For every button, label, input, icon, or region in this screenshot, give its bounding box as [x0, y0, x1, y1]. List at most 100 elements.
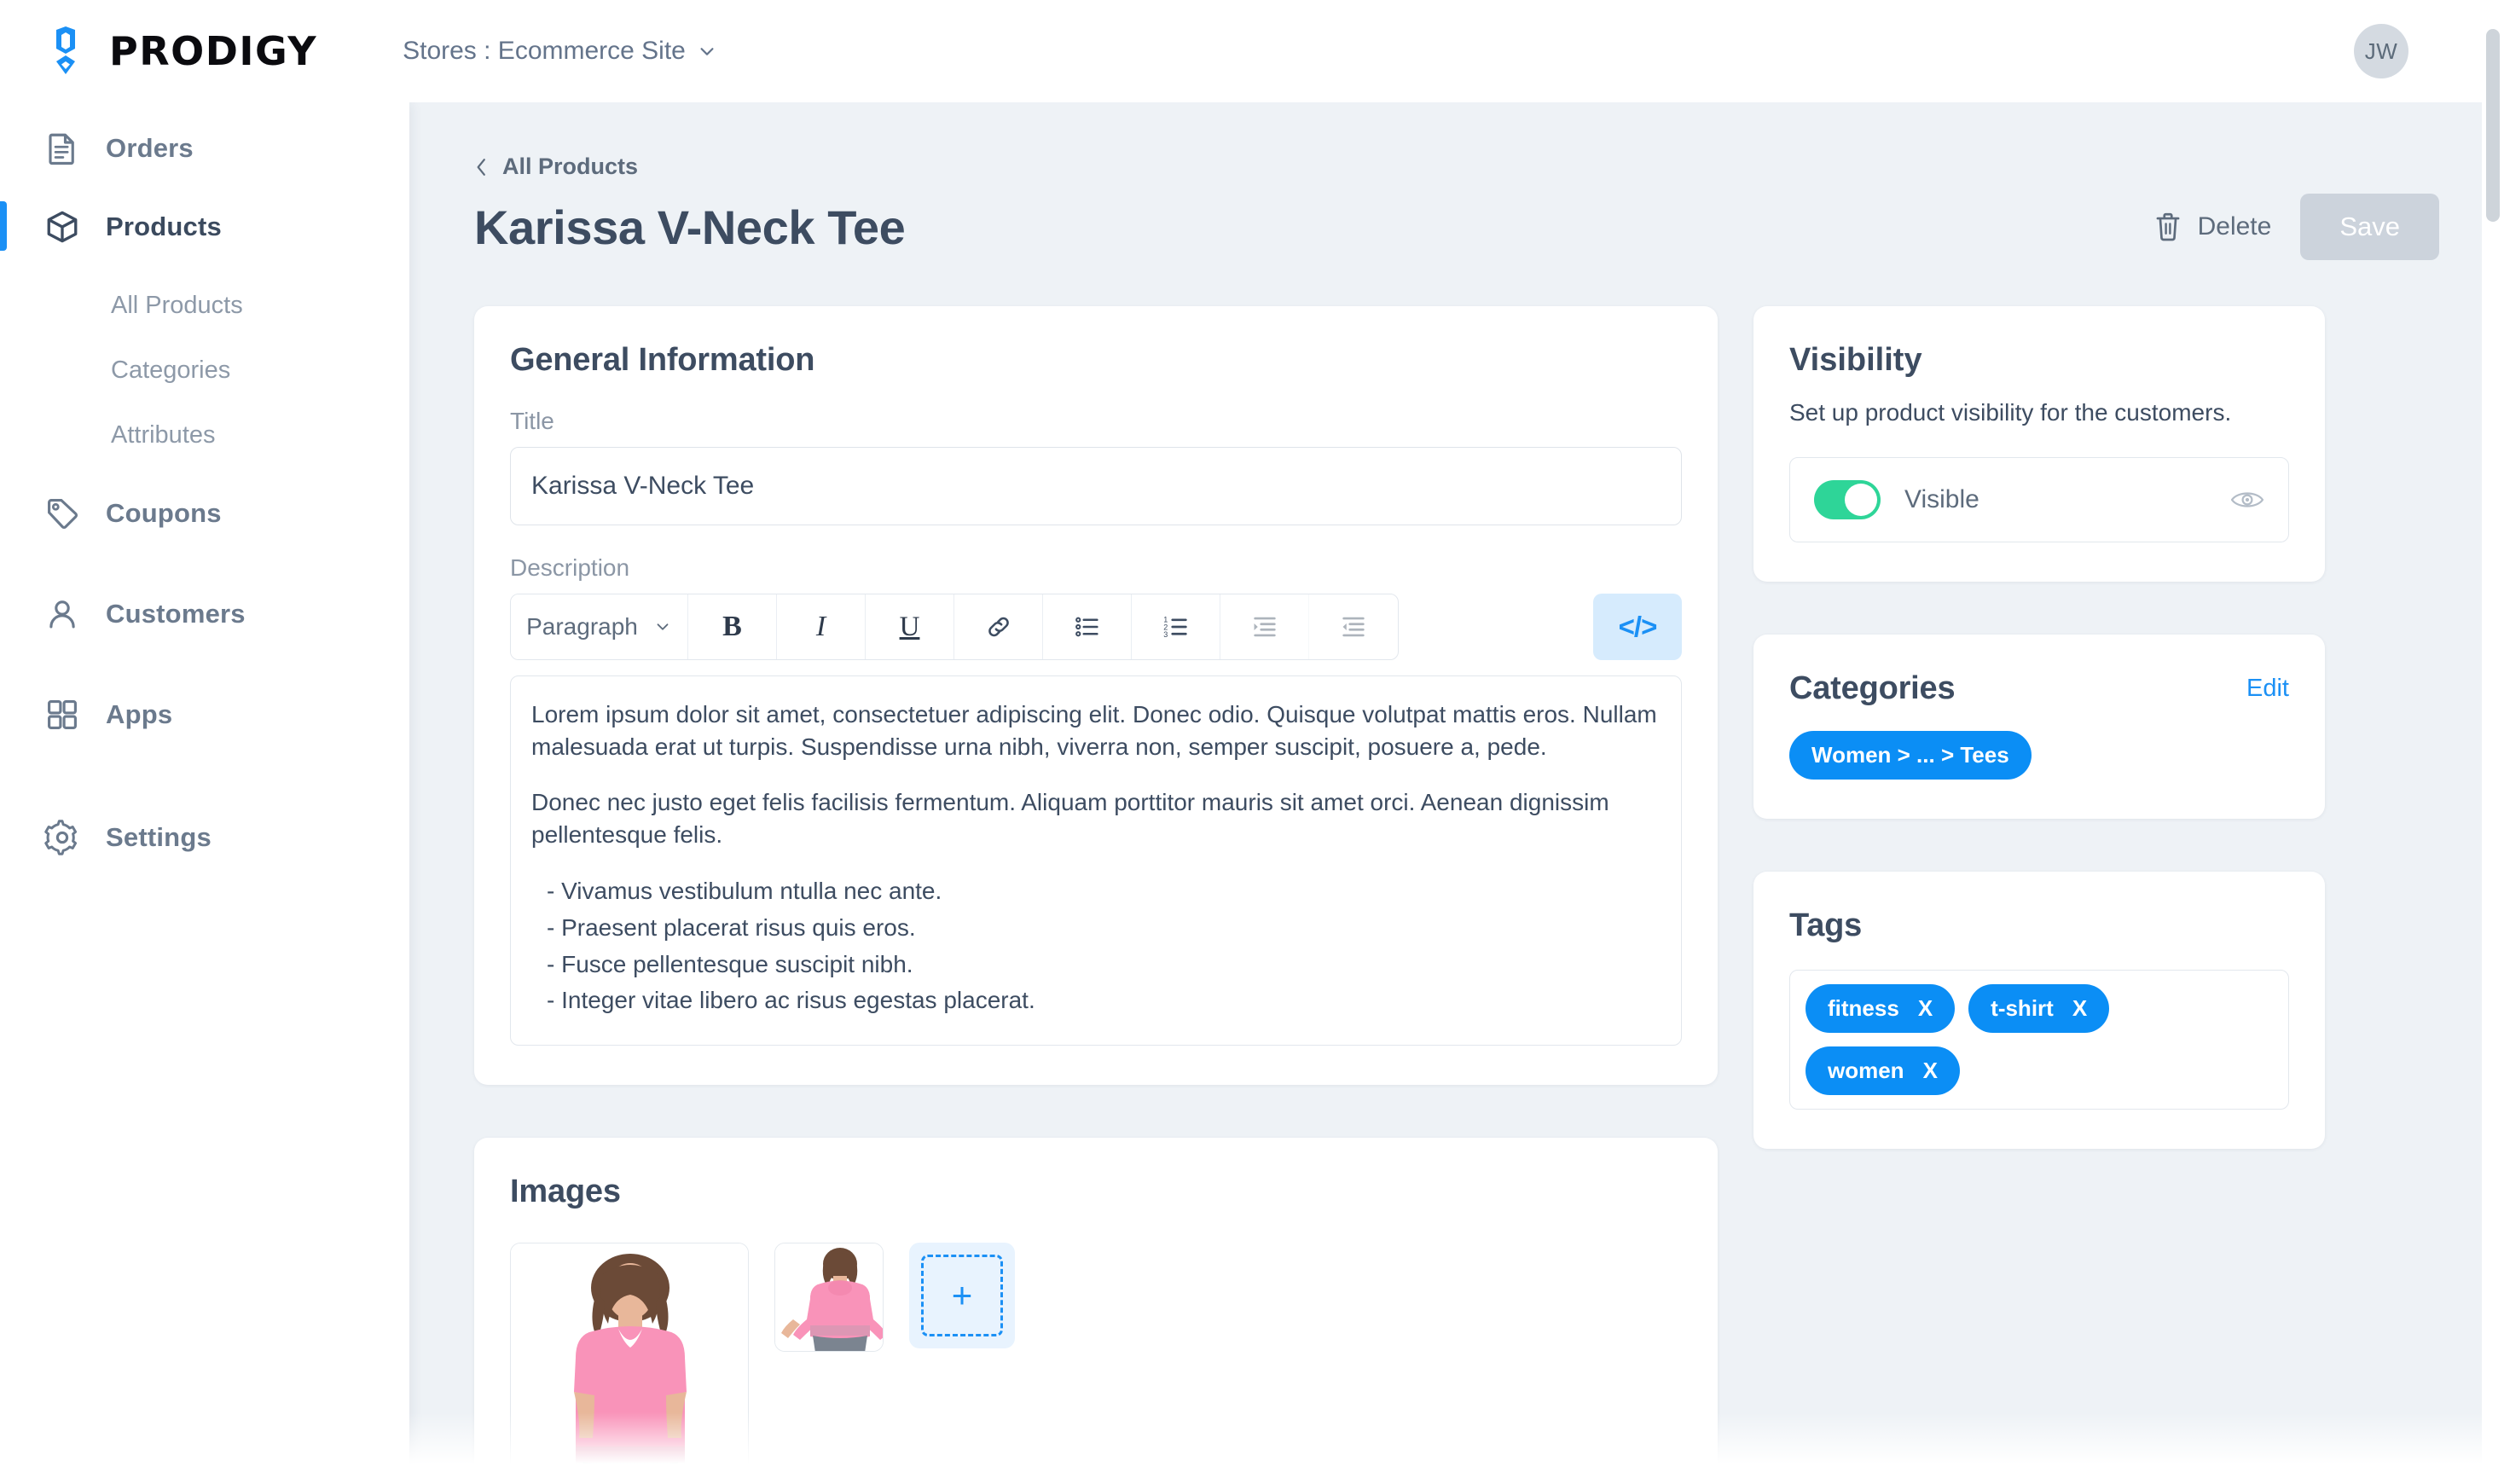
- product-image-primary[interactable]: [510, 1242, 749, 1484]
- link-button[interactable]: [954, 594, 1043, 659]
- categories-header: Categories Edit: [1789, 670, 2289, 707]
- visibility-card: Visibility Set up product visibility for…: [1753, 306, 2325, 582]
- tags-title: Tags: [1789, 907, 1863, 943]
- sidebar-item-orders[interactable]: Orders: [0, 109, 409, 188]
- link-icon: [988, 617, 1009, 637]
- description-paragraph: Lorem ipsum dolor sit amet, consectetuer…: [531, 701, 1657, 761]
- add-image-button[interactable]: +: [909, 1242, 1015, 1348]
- grid-icon: [48, 700, 77, 729]
- sidebar-item-apps[interactable]: Apps: [0, 675, 409, 754]
- delete-button[interactable]: Delete: [2135, 197, 2291, 257]
- general-information-card: General Information Title Description Pa…: [474, 306, 1718, 1085]
- sidebar-item-attributes[interactable]: Attributes: [0, 403, 409, 467]
- product-image-secondary[interactable]: [774, 1242, 884, 1352]
- prodigy-logo-icon: [56, 26, 75, 74]
- general-information-title: General Information: [510, 342, 815, 378]
- chevron-down-icon: [657, 623, 669, 630]
- sidebar-item-customers[interactable]: Customers: [0, 575, 409, 653]
- svg-text:3: 3: [1163, 630, 1168, 639]
- visibility-toggle-row: Visible: [1789, 457, 2289, 542]
- description-bullet-list: - Vivamus vestibulum ntulla nec ante. - …: [531, 873, 1661, 1018]
- avatar-initials: JW: [2364, 38, 2398, 64]
- code-view-button[interactable]: </>: [1593, 594, 1682, 660]
- visibility-title: Visibility: [1789, 342, 1922, 378]
- title-input[interactable]: [510, 447, 1682, 525]
- brand-logo[interactable]: PRODIGY: [39, 25, 317, 78]
- tag-pill[interactable]: fitness X: [1806, 984, 1956, 1033]
- paragraph-style-select[interactable]: Paragraph: [511, 594, 688, 659]
- sidebar-item-label: Coupons: [106, 498, 222, 528]
- description-editor[interactable]: Lorem ipsum dolor sit amet, consectetuer…: [510, 675, 1682, 1046]
- tag-remove-icon[interactable]: X: [1918, 995, 1933, 1022]
- tag-pill-label: fitness: [1828, 995, 1899, 1021]
- sidebar-item-coupons[interactable]: Coupons: [0, 474, 409, 553]
- bold-button[interactable]: B: [688, 594, 777, 659]
- main-content: All Products Karissa V-Neck Tee Delete S…: [409, 102, 2504, 1484]
- tag-pill-label: women: [1828, 1058, 1904, 1083]
- italic-label: I: [815, 611, 826, 642]
- left-column: General Information Title Description Pa…: [474, 306, 1718, 1484]
- bullet-list-button[interactable]: [1043, 594, 1132, 659]
- sidebar-item-label: Customers: [106, 599, 246, 629]
- editor-toolbar-group: Paragraph B I U 1 2 3: [510, 594, 1399, 660]
- store-selector[interactable]: Stores : Ecommerce Site: [403, 37, 716, 66]
- store-selector-label: Stores : Ecommerce Site: [403, 37, 686, 65]
- description-bullet: - Praesent placerat risus quis eros.: [547, 913, 916, 941]
- category-pill[interactable]: Women > ... > Tees: [1789, 731, 2032, 780]
- sidebar-item-settings[interactable]: Settings: [0, 798, 409, 877]
- tag-remove-icon[interactable]: X: [2072, 995, 2087, 1022]
- categories-title: Categories: [1789, 670, 1956, 706]
- save-button[interactable]: Save: [2300, 194, 2439, 260]
- categories-edit-link[interactable]: Edit: [2246, 675, 2289, 703]
- outdent-button[interactable]: [1309, 594, 1398, 659]
- tag-remove-icon[interactable]: X: [1923, 1058, 1938, 1084]
- content-columns: General Information Title Description Pa…: [474, 306, 2439, 1484]
- numbered-list-icon: 1 2 3: [1163, 615, 1187, 639]
- trash-icon: [2156, 212, 2179, 241]
- description-field-label: Description: [510, 554, 630, 581]
- avatar[interactable]: JW: [2354, 24, 2408, 78]
- title-field-label: Title: [510, 408, 554, 434]
- chevron-left-icon: [477, 158, 485, 176]
- visibility-toggle[interactable]: [1814, 480, 1881, 519]
- visibility-toggle-label: Visible: [1904, 485, 1979, 513]
- tags-card: Tags fitness X t-shirt X women X: [1753, 872, 2325, 1149]
- images-title: Images: [510, 1173, 621, 1209]
- page-scrollbar-thumb[interactable]: [2486, 29, 2500, 222]
- tags-input-box[interactable]: fitness X t-shirt X women X: [1789, 970, 2289, 1110]
- brand-name: PRODIGY: [109, 28, 318, 74]
- breadcrumb-label: All Products: [502, 154, 639, 179]
- numbered-list-button[interactable]: 1 2 3: [1132, 594, 1220, 659]
- sidebar-item-products[interactable]: Products: [0, 188, 409, 266]
- visibility-subtitle: Set up product visibility for the custom…: [1789, 399, 2232, 426]
- product-photo-back: [775, 1243, 883, 1351]
- sidebar-item-label: Settings: [106, 822, 212, 852]
- underline-button[interactable]: U: [866, 594, 954, 659]
- header-actions: Delete Save: [2135, 194, 2439, 260]
- tag-icon: [48, 499, 78, 530]
- top-bar: PRODIGY Stores : Ecommerce Site JW: [0, 0, 2504, 102]
- sidebar-subitem-label: Categories: [111, 356, 231, 384]
- right-column: Visibility Set up product visibility for…: [1753, 306, 2325, 1149]
- sidebar-item-all-products[interactable]: All Products: [0, 273, 409, 338]
- sidebar-subitem-label: All Products: [111, 291, 243, 319]
- eye-icon[interactable]: [2230, 488, 2264, 512]
- image-thumbnail-row: +: [510, 1242, 1682, 1484]
- tag-pill[interactable]: t-shirt X: [1968, 984, 2110, 1033]
- categories-pill-list: Women > ... > Tees: [1789, 731, 2289, 780]
- categories-card: Categories Edit Women > ... > Tees: [1753, 635, 2325, 819]
- sidebar-item-categories[interactable]: Categories: [0, 338, 409, 403]
- indent-button[interactable]: [1220, 594, 1309, 659]
- user-icon: [49, 600, 75, 629]
- page-scrollbar-track[interactable]: [2482, 0, 2504, 1484]
- sidebar-item-label: Orders: [106, 133, 194, 163]
- tag-pill[interactable]: women X: [1806, 1046, 1960, 1095]
- delete-button-label: Delete: [2197, 212, 2272, 241]
- page-title: Karissa V-Neck Tee: [474, 200, 906, 254]
- images-card: Images +: [474, 1137, 1718, 1484]
- italic-button[interactable]: I: [777, 594, 866, 659]
- description-bullet: - Integer vitae libero ac risus egestas …: [547, 987, 1035, 1014]
- breadcrumb[interactable]: All Products: [474, 154, 2439, 180]
- gear-icon: [44, 820, 78, 855]
- bold-label: B: [722, 611, 742, 642]
